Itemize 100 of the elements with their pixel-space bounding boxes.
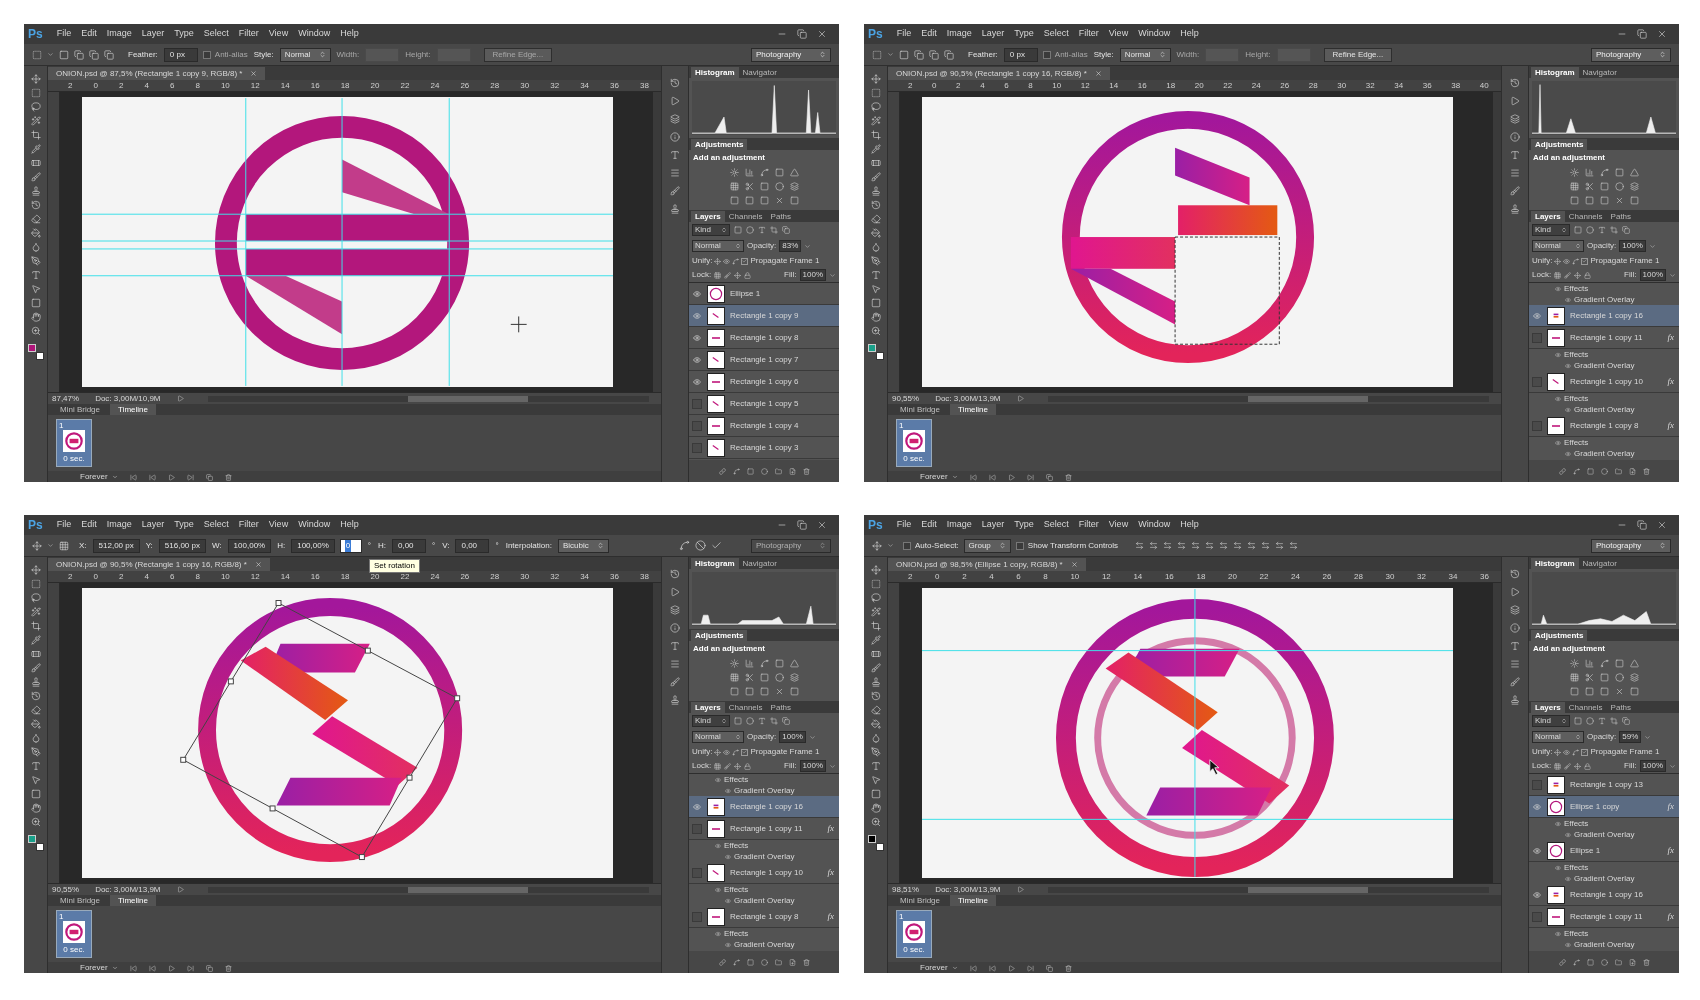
loop-dropdown[interactable]: Forever xyxy=(80,471,118,482)
workspace-dropdown[interactable]: Photography xyxy=(751,47,831,62)
opacity-field[interactable]: 59% xyxy=(1619,731,1642,743)
fill-field[interactable]: 100% xyxy=(1639,269,1666,281)
menu-item[interactable]: File xyxy=(896,518,912,532)
menu-item[interactable]: Edit xyxy=(81,518,97,532)
background-swatch[interactable] xyxy=(875,352,884,360)
filter-dropdown[interactable]: Kind xyxy=(692,715,730,727)
visibility-toggle[interactable] xyxy=(1532,779,1542,790)
blend-mode-dropdown[interactable]: Normal xyxy=(1532,240,1584,252)
option-dropdown[interactable]: Bicubic xyxy=(557,538,609,553)
blend-mode-dropdown[interactable]: Normal xyxy=(692,731,744,743)
menu-item[interactable]: File xyxy=(56,518,72,532)
menu-item[interactable]: File xyxy=(56,27,72,41)
loop-dropdown[interactable]: Forever xyxy=(80,962,118,973)
menu-item[interactable]: Image xyxy=(106,27,132,41)
menu-item[interactable]: Edit xyxy=(921,27,937,41)
scrollbar[interactable] xyxy=(653,583,661,883)
visibility-toggle[interactable] xyxy=(1532,332,1542,343)
menu-item[interactable]: View xyxy=(1108,518,1129,532)
layer-row[interactable]: Rectangle 1 copy 5 xyxy=(689,393,839,415)
filter-dropdown[interactable]: Kind xyxy=(1532,715,1570,727)
layer-row[interactable]: Rectangle 1 copy 6 xyxy=(689,371,839,393)
layer-row[interactable]: Rectangle 1 copy 13 xyxy=(1529,774,1679,796)
layer-row[interactable]: Ellipse 1 copy fx xyxy=(1529,796,1679,818)
menu-item[interactable]: View xyxy=(268,518,289,532)
background-swatch[interactable] xyxy=(875,843,884,851)
menu-item[interactable]: Image xyxy=(946,27,972,41)
panel-tab[interactable]: Navigator xyxy=(738,67,781,78)
scrollbar[interactable] xyxy=(207,886,649,893)
visibility-toggle[interactable] xyxy=(692,823,702,834)
scrollbar[interactable] xyxy=(1493,583,1501,883)
menu-item[interactable]: Type xyxy=(174,27,194,41)
document-tab[interactable]: ONION.psd @ 90,5% (Rectangle 1 copy 16, RGB/8) * xyxy=(888,67,1110,80)
layer-row[interactable]: Ellipse 1 xyxy=(689,283,839,305)
scrollbar-thumb[interactable] xyxy=(1247,395,1368,402)
panel-tab[interactable]: Adjustments xyxy=(1531,139,1588,150)
layer-row[interactable]: Rectangle 1 copy 11 fx xyxy=(1529,906,1679,928)
option-field[interactable]: 0 px xyxy=(163,47,198,62)
menu-item[interactable]: Layer xyxy=(981,27,1005,41)
visibility-toggle[interactable] xyxy=(1532,376,1542,387)
panel-tab[interactable]: Adjustments xyxy=(1531,630,1588,641)
menu-item[interactable]: Window xyxy=(298,518,331,532)
menu-item[interactable]: Help xyxy=(1180,27,1199,41)
timeline-frame[interactable]: 1 0 sec. xyxy=(56,910,92,958)
foreground-swatch[interactable] xyxy=(27,344,36,352)
panel-tab[interactable]: Timeline xyxy=(950,404,996,415)
menu-item[interactable]: Filter xyxy=(238,518,259,532)
close-icon[interactable] xyxy=(1070,561,1078,568)
panel-tab[interactable]: Mini Bridge xyxy=(52,404,108,415)
scrollbar[interactable] xyxy=(1047,886,1489,893)
propagate-checkbox[interactable]: Propagate Frame 1 xyxy=(1581,746,1660,758)
opacity-field[interactable]: 100% xyxy=(1619,240,1646,252)
visibility-toggle[interactable] xyxy=(1532,889,1542,900)
scrollbar-thumb[interactable] xyxy=(407,395,528,402)
opacity-field[interactable]: 100% xyxy=(779,731,806,743)
fill-field[interactable]: 100% xyxy=(799,269,826,281)
timeline-frame[interactable]: 1 0 sec. xyxy=(896,419,932,467)
option-field[interactable]: 0 px xyxy=(1003,47,1038,62)
visibility-toggle[interactable] xyxy=(692,911,702,922)
panel-tab[interactable]: Timeline xyxy=(110,404,156,415)
layer-row[interactable]: Rectangle 1 copy 4 xyxy=(689,415,839,437)
panel-tab[interactable]: Histogram xyxy=(691,558,739,569)
close-icon[interactable] xyxy=(250,70,258,77)
visibility-toggle[interactable] xyxy=(692,420,702,431)
panel-tab[interactable]: Layers xyxy=(1531,702,1565,713)
menu-item[interactable]: Help xyxy=(340,518,359,532)
layer-row[interactable]: Rectangle 1 copy 11 fx xyxy=(689,818,839,840)
menu-item[interactable]: Select xyxy=(203,518,229,532)
panel-tab[interactable]: Mini Bridge xyxy=(892,404,948,415)
menu-item[interactable]: Filter xyxy=(1078,27,1099,41)
panel-tab[interactable]: Mini Bridge xyxy=(52,895,108,906)
loop-dropdown[interactable]: Forever xyxy=(920,471,958,482)
loop-dropdown[interactable]: Forever xyxy=(920,962,958,973)
scrollbar[interactable] xyxy=(653,92,661,392)
menu-item[interactable]: Window xyxy=(298,27,331,41)
option-dropdown[interactable]: Normal xyxy=(279,47,331,62)
layer-row[interactable]: Ellipse 1 fx xyxy=(1529,840,1679,862)
layer-row[interactable]: Rectangle 1 copy 8 fx xyxy=(689,906,839,928)
option-field[interactable]: 0,00 xyxy=(455,538,490,553)
filter-dropdown[interactable]: Kind xyxy=(692,224,730,236)
workspace-dropdown[interactable]: Photography xyxy=(1591,47,1671,62)
propagate-checkbox[interactable]: Propagate Frame 1 xyxy=(1581,255,1660,267)
workspace-dropdown[interactable]: Photography xyxy=(1591,538,1671,553)
layer-row[interactable]: Rectangle 1 copy 11 fx xyxy=(1529,327,1679,349)
menu-item[interactable]: Type xyxy=(1014,27,1034,41)
panel-tab[interactable]: Channels xyxy=(1564,702,1607,713)
menu-item[interactable]: Layer xyxy=(141,518,165,532)
background-swatch[interactable] xyxy=(35,843,44,851)
layer-row[interactable]: Rectangle 1 copy 3 xyxy=(689,437,839,459)
panel-tab[interactable]: Histogram xyxy=(1531,558,1579,569)
scrollbar[interactable] xyxy=(1047,395,1489,402)
menu-item[interactable]: View xyxy=(1108,27,1129,41)
visibility-toggle[interactable] xyxy=(692,310,702,321)
scrollbar[interactable] xyxy=(207,395,649,402)
option-checkbox[interactable]: Auto-Select: xyxy=(903,539,959,552)
filter-dropdown[interactable]: Kind xyxy=(1532,224,1570,236)
menu-item[interactable]: Edit xyxy=(81,27,97,41)
panel-tab[interactable]: Paths xyxy=(1606,211,1636,222)
layer-row[interactable]: Rectangle 1 copy 10 fx xyxy=(689,862,839,884)
